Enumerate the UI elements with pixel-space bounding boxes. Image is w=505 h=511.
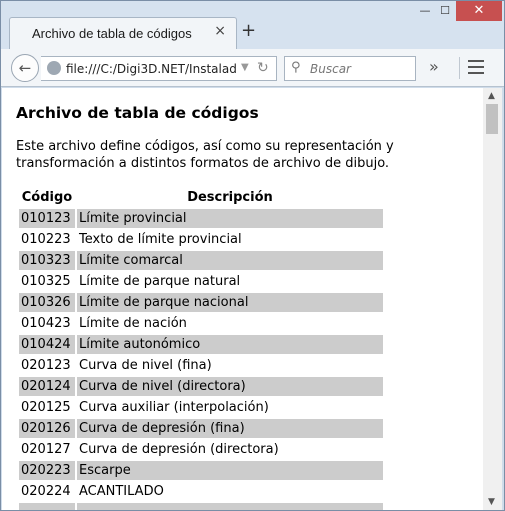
table-row: 010323 Límite comarcal	[19, 251, 383, 270]
code-cell: 020123	[21, 358, 71, 373]
table-row: 020125 Curva auxiliar (interpolación)	[19, 398, 383, 417]
table-row: 010424 Límite autonómico	[19, 335, 383, 354]
scroll-down-icon[interactable]: ▼	[488, 497, 495, 507]
code-cell: 010323	[19, 251, 75, 270]
reload-icon[interactable]: ↻	[257, 60, 269, 76]
toolbar-divider	[459, 57, 460, 79]
description-cell: ACANTILADO	[79, 484, 164, 499]
maximize-button[interactable]: ☐	[431, 1, 459, 21]
browser-tab[interactable]: Archivo de tabla de códigos ×	[9, 17, 237, 49]
browser-window: Archivo de tabla de códigos × + — ☐ ✕ ← …	[0, 0, 505, 511]
table-row	[19, 503, 383, 510]
code-cell: 020126	[19, 419, 75, 438]
code-cell: 020127	[21, 442, 71, 457]
table-row: 020126 Curva de depresión (fina)	[19, 419, 383, 438]
description-cell: Límite provincial	[77, 209, 383, 228]
table-row: 010123 Límite provincial	[19, 209, 383, 228]
overflow-chevron-icon[interactable]: »	[429, 57, 439, 76]
code-cell: 010325	[21, 274, 71, 289]
code-cell: 010424	[19, 335, 75, 354]
close-window-button[interactable]: ✕	[456, 1, 502, 21]
table-row: 020124 Curva de nivel (directora)	[19, 377, 383, 396]
code-cell: 020125	[21, 400, 71, 415]
code-table: Código Descripción 010123 Límite provinci…	[17, 186, 385, 510]
close-tab-icon[interactable]: ×	[214, 23, 226, 39]
description-cell: Escarpe	[77, 461, 383, 480]
table-header-row: Código Descripción	[19, 188, 383, 207]
table-row: 020127 Curva de depresión (directora)	[19, 440, 383, 459]
code-cell: 010423	[21, 316, 71, 331]
code-cell	[19, 503, 75, 510]
description-cell: Curva auxiliar (interpolación)	[79, 400, 269, 415]
header-code: Código	[21, 190, 73, 205]
code-cell: 010326	[19, 293, 75, 312]
globe-icon	[47, 61, 61, 75]
page-content: Archivo de tabla de códigos Este archivo…	[2, 88, 483, 510]
table-row: 010325 Límite de parque natural	[19, 272, 383, 291]
new-tab-button[interactable]: +	[241, 20, 256, 42]
description-cell: Límite de parque nacional	[77, 293, 383, 312]
code-cell: 020124	[19, 377, 75, 396]
code-cell: 010123	[19, 209, 75, 228]
description-cell: Curva de nivel (fina)	[79, 358, 212, 373]
description-cell: Curva de depresión (fina)	[77, 419, 383, 438]
back-button[interactable]: ←	[11, 54, 39, 82]
table-row: 020123 Curva de nivel (fina)	[19, 356, 383, 375]
table-row: 010423 Límite de nación	[19, 314, 383, 333]
intro-text: Este archivo define códigos, así como su…	[16, 139, 394, 171]
table-row: 010223 Texto de límite provincial	[19, 230, 383, 249]
description-cell: Límite de parque natural	[79, 274, 241, 289]
url-bar[interactable]: file:///C:/Digi3D.NET/Instalador ▼ ↻	[41, 56, 277, 81]
description-cell: Texto de límite provincial	[79, 232, 242, 247]
navigation-bar: ← file:///C:/Digi3D.NET/Instalador ▼ ↻ ⚲…	[1, 49, 504, 87]
scroll-up-icon[interactable]: ▲	[488, 91, 495, 101]
dropdown-arrow-icon[interactable]: ▼	[241, 62, 249, 73]
vertical-scrollbar[interactable]: ▲ ▼	[483, 88, 502, 510]
code-cell: 010223	[21, 232, 71, 247]
description-cell: Límite de nación	[79, 316, 187, 331]
search-placeholder[interactable]: Buscar	[310, 62, 351, 76]
tab-title: Archivo de tabla de códigos	[32, 26, 192, 41]
code-cell: 020224	[21, 484, 71, 499]
back-arrow-icon: ←	[18, 59, 32, 77]
search-icon: ⚲	[291, 60, 301, 75]
table-row: 020224 ACANTILADO	[19, 482, 383, 501]
description-cell: Curva de depresión (directora)	[79, 442, 279, 457]
table-body: 010123 Límite provincial 010223 Texto de lí…	[19, 209, 383, 510]
hamburger-menu-icon[interactable]	[468, 60, 484, 74]
code-cell: 020223	[19, 461, 75, 480]
description-cell	[77, 503, 383, 510]
title-bar: Archivo de tabla de códigos × + — ☐ ✕	[1, 1, 504, 49]
description-cell: Límite comarcal	[77, 251, 383, 270]
url-text[interactable]: file:///C:/Digi3D.NET/Instalador	[66, 62, 236, 76]
scroll-thumb[interactable]	[486, 104, 498, 134]
table-row: 020223 Escarpe	[19, 461, 383, 480]
description-cell: Límite autonómico	[77, 335, 383, 354]
search-bar[interactable]: ⚲ Buscar	[284, 56, 416, 81]
header-description: Descripción	[187, 190, 273, 205]
description-cell: Curva de nivel (directora)	[77, 377, 383, 396]
table-row: 010326 Límite de parque nacional	[19, 293, 383, 312]
page-title: Archivo de tabla de códigos	[16, 104, 259, 122]
